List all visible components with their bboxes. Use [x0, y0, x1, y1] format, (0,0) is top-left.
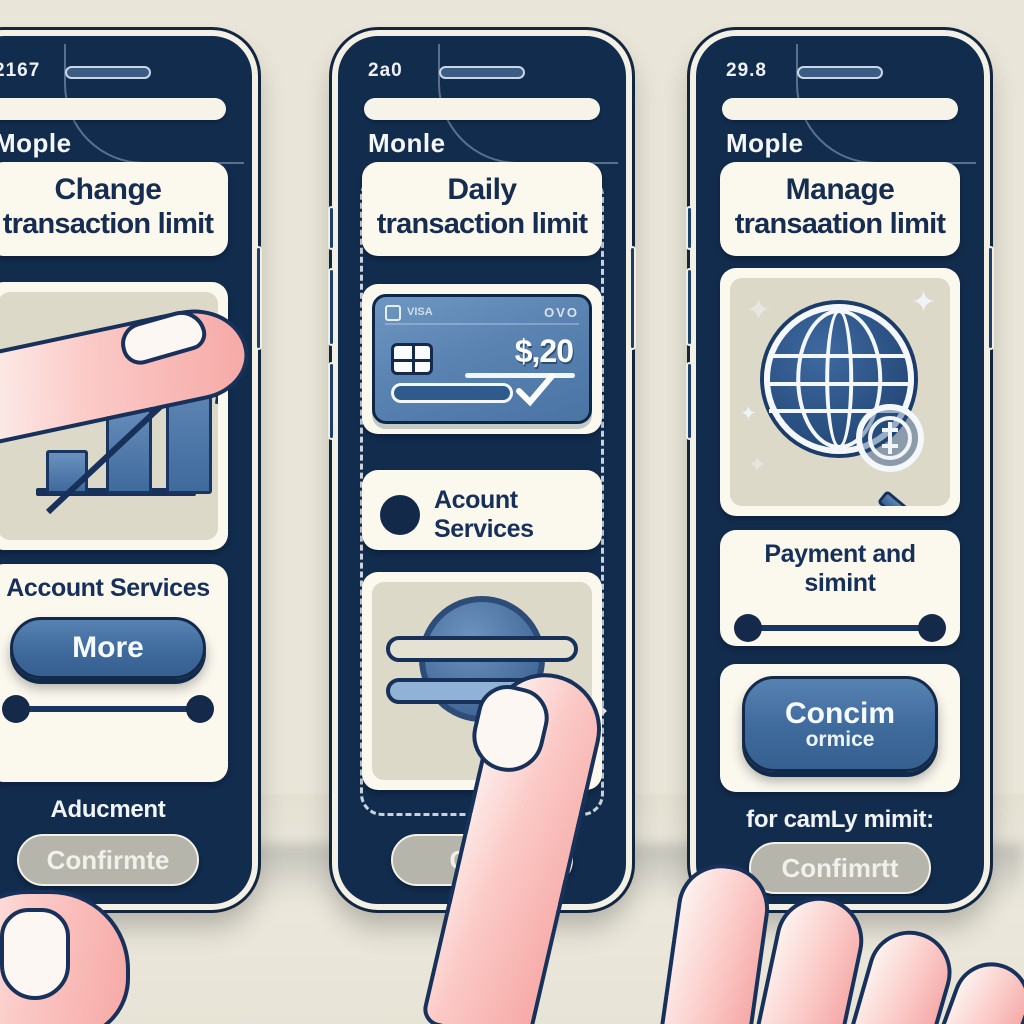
phone-2-search-input[interactable] [364, 98, 600, 120]
globe-parallel-2 [769, 381, 909, 386]
phone-3-screen: 29.8 Mople Manage transaation limit ✦ ✦ … [704, 44, 976, 896]
sparkle-icon-3: ✦ [740, 403, 757, 425]
phone-2-title-card: Daily transaction limit [362, 162, 602, 256]
slider-track [16, 706, 200, 712]
phone-3-primary-button[interactable]: Concim ormice [742, 676, 938, 772]
phone-1-section-label: Account Services [6, 574, 210, 602]
phone-3-title-card: Manage transaation limit [720, 162, 960, 256]
credit-card-amount: $,20 [514, 333, 574, 369]
chip-icon [391, 343, 433, 375]
radio-icon[interactable] [380, 495, 420, 535]
slider-knob-min[interactable] [2, 695, 30, 723]
phone-2-speaker-notch [439, 66, 525, 79]
phone-2-toggle-card [362, 572, 602, 790]
finger-middle [752, 888, 872, 1024]
currency-exchange-icon [868, 416, 912, 460]
phone-3-title-line1: Manage [785, 173, 895, 206]
phone-2-volume-up-button[interactable] [328, 268, 335, 346]
magnifier-handle-icon [876, 489, 938, 506]
phone-1: 2167 Mople Change transaction limit [0, 27, 262, 913]
hand-bottom-right [640, 834, 1024, 1024]
phone-1-illustration-card [0, 282, 228, 550]
scene-stage: 2167 Mople Change transaction limit [0, 0, 1024, 1024]
phone-3-power-button[interactable] [987, 246, 994, 350]
phone-3-volume-up-button[interactable] [686, 268, 693, 346]
bank-logo-icon [385, 305, 401, 321]
credit-card-network-text: OVO [544, 305, 579, 320]
phone-2-confirm-button[interactable]: Conc [391, 834, 573, 886]
phone-2-volume-down-button[interactable] [328, 362, 335, 440]
phone-2-option-label: Acount Services [434, 486, 534, 543]
sparkle-icon-4: ✦ [748, 452, 767, 477]
toggle-switch-icon[interactable] [372, 582, 592, 780]
phone-3-illustration-card: ✦ ✦ ✦ ✦ [720, 268, 960, 516]
finger-index [657, 858, 775, 1024]
slider-knob-max[interactable] [186, 695, 214, 723]
sparkle-icon-2: ✦ [910, 286, 936, 319]
phone-3-primary-button-line1: Concim [784, 696, 895, 730]
phone-2-status-time: 2a0 [368, 60, 403, 81]
phone-1-title-line2: transaction limit [2, 208, 214, 241]
phone-1-power-button[interactable] [255, 246, 262, 350]
phone-1-account-services-card: Account Services More [0, 564, 228, 782]
globe-magnifier-icon: ✦ ✦ ✦ ✦ [730, 278, 950, 506]
phone-3-section-label: Payment and simint [764, 540, 916, 597]
phone-3-search-input[interactable] [722, 98, 958, 120]
globe-meridian-2 [825, 309, 853, 449]
globe-parallel-1 [769, 354, 909, 359]
payment-slider[interactable] [734, 612, 946, 642]
phone-1-brand: Mople [0, 128, 72, 158]
phone-2-power-button[interactable] [629, 246, 636, 350]
growth-bar-chart-icon [0, 292, 218, 540]
phone-2-brand: Monle [368, 128, 446, 158]
credit-card-icon: VISA OVO $,20 [372, 294, 592, 424]
phone-2-title-line1: Daily [447, 173, 517, 206]
slider-track [748, 625, 932, 631]
credit-card-header: VISA OVO [385, 305, 579, 325]
phone-1-search-input[interactable] [0, 98, 226, 120]
phone-3-primary-button-line2: ormice [805, 727, 875, 751]
phone-1-footer-label: Aducment [50, 796, 166, 823]
limit-slider[interactable] [2, 693, 214, 723]
phone-3-mute-button[interactable] [686, 206, 693, 250]
phone-1-speaker-notch [65, 66, 151, 79]
growth-arrow-icon [45, 347, 218, 515]
phone-2: 2a0 Monle Daily transaction limit VISA O… [328, 27, 636, 913]
phone-3-status-time: 29.8 [726, 60, 767, 81]
credit-card-stripe [391, 383, 513, 403]
phone-2-title-line2: transaction limit [376, 208, 588, 241]
magnifier-lens-icon [856, 404, 924, 472]
phone-3: 29.8 Mople Manage transaation limit ✦ ✦ … [686, 27, 994, 913]
phone-1-status-time: 2167 [0, 60, 41, 81]
slider-knob-max[interactable] [918, 614, 946, 642]
phone-2-card-illustration: VISA OVO $,20 [362, 284, 602, 434]
toggle-bar-bottom[interactable] [386, 678, 578, 704]
slider-knob-min[interactable] [734, 614, 762, 642]
phone-3-volume-down-button[interactable] [686, 362, 693, 440]
phone-2-option-row[interactable]: Acount Services [362, 470, 602, 550]
phone-1-title-card: Change transaction limit [0, 162, 228, 256]
credit-card-logo-text: VISA [407, 306, 433, 318]
phone-1-title-line1: Change [54, 173, 162, 206]
phone-3-footer-label: for camLy mimit: [746, 806, 934, 833]
phone-3-title-line2: transaation limit [734, 208, 946, 241]
phone-3-payment-card: Payment and simint [720, 530, 960, 646]
more-button[interactable]: More [10, 617, 206, 679]
phone-1-screen: 2167 Mople Change transaction limit [0, 44, 244, 896]
phone-2-screen: 2a0 Monle Daily transaction limit VISA O… [346, 44, 618, 896]
check-icon [516, 373, 555, 407]
phone-3-confirm-card: Concim ormice [720, 664, 960, 792]
phone-2-mute-button[interactable] [328, 206, 335, 250]
finger-ring [846, 920, 962, 1024]
phone-3-speaker-notch [797, 66, 883, 79]
phone-1-confirm-button[interactable]: Confirmte [17, 834, 199, 886]
toggle-bar-top[interactable] [386, 636, 578, 662]
sparkle-icon-1: ✦ [746, 294, 772, 327]
phone-3-brand: Mople [726, 128, 804, 158]
